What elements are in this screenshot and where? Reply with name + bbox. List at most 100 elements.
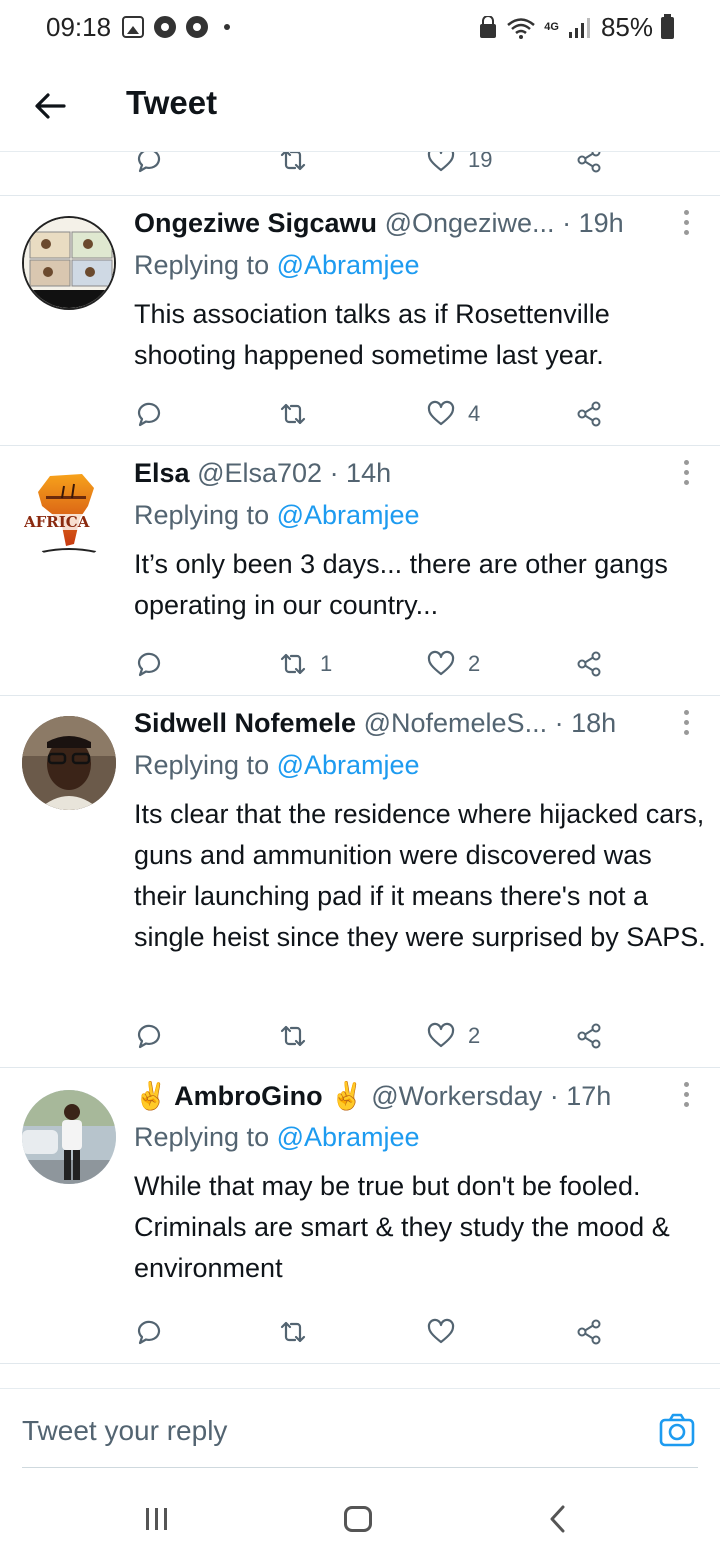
replying-prefix: Replying to	[134, 500, 270, 530]
share-icon	[577, 152, 601, 173]
like-button[interactable]	[426, 1312, 468, 1352]
tweet-header: Ongeziwe Sigcawu @Ongeziwe... · 19h	[134, 208, 674, 239]
replying-to: Replying to @Abramjee	[134, 750, 420, 781]
like-count: 4	[468, 401, 481, 426]
lock-recycle-icon	[480, 15, 497, 38]
display-name[interactable]: Elsa	[134, 458, 190, 488]
replies-feed[interactable]: 19 Ongeziwe Sigcawu @Ongeziwe... · 19h R…	[0, 152, 720, 1388]
more-icon[interactable]	[682, 1082, 690, 1112]
previous-tweet-actions: 19	[0, 152, 720, 196]
like-button[interactable]: 2	[426, 1016, 480, 1056]
action-row: 1 2	[134, 644, 614, 684]
retweet-button[interactable]: 1	[278, 644, 332, 684]
like-icon	[427, 152, 455, 172]
reply-icon	[137, 402, 161, 427]
home-icon[interactable]	[344, 1506, 372, 1532]
wifi-icon	[507, 17, 536, 39]
network-type: 4G	[544, 21, 559, 33]
share-button[interactable]	[574, 1016, 604, 1056]
handle[interactable]: @Ongeziwe...	[385, 208, 555, 238]
action-row: 2	[134, 1016, 614, 1056]
africa-sunset-avatar-image: AFRICA	[22, 466, 116, 560]
retweet-button[interactable]	[278, 1016, 320, 1056]
comic-avatar-image	[24, 218, 114, 308]
display-name[interactable]: Ongeziwe Sigcawu	[134, 208, 377, 238]
tweet-text: This association talks as if Rosettenvil…	[134, 299, 610, 370]
mention-link[interactable]: @Abramjee	[277, 1122, 420, 1152]
display-name[interactable]: ✌️ AmbroGino ✌️	[134, 1081, 364, 1111]
status-time: 09:18	[46, 12, 112, 42]
reply-input[interactable]	[22, 1415, 582, 1447]
more-icon[interactable]	[682, 710, 690, 740]
retweet-button[interactable]	[278, 1312, 320, 1352]
camera-icon[interactable]	[658, 1411, 696, 1449]
timestamp: · 18h	[554, 708, 617, 738]
like-button[interactable]: 4	[426, 394, 480, 434]
handle[interactable]: @Workersday	[371, 1081, 542, 1111]
avatar[interactable]	[22, 1090, 116, 1184]
replying-to: Replying to @Abramjee	[134, 1122, 420, 1153]
replying-prefix: Replying to	[134, 750, 270, 780]
recent-apps-icon[interactable]	[146, 1508, 167, 1530]
status-bar: 09:18 4G 85%	[0, 0, 720, 56]
reply-icon	[137, 1320, 161, 1345]
share-icon	[577, 651, 601, 677]
avatar[interactable]	[22, 716, 116, 810]
more-icon[interactable]	[682, 460, 690, 490]
tweet-text: Its clear that the residence where hijac…	[134, 799, 706, 952]
action-row: 4	[134, 394, 614, 434]
notification-icons	[122, 16, 230, 38]
mention-link[interactable]: @Abramjee	[277, 750, 420, 780]
replying-to: Replying to @Abramjee	[134, 250, 420, 281]
reply-button[interactable]	[134, 1312, 164, 1352]
back-arrow-icon[interactable]	[30, 86, 70, 126]
reply-icon	[137, 1024, 161, 1049]
mention-link[interactable]: @Abramjee	[277, 250, 420, 280]
action-row: 19	[134, 152, 614, 180]
status-right: 4G 85%	[478, 12, 674, 43]
tweet-text: While that may be true but don't be fool…	[134, 1171, 670, 1283]
chrome-notification-icon	[154, 16, 176, 38]
share-button[interactable]	[574, 644, 604, 684]
mention-link[interactable]: @Abramjee	[277, 500, 420, 530]
reply-button[interactable]	[134, 394, 164, 434]
display-name[interactable]: Sidwell Nofemele	[134, 708, 356, 738]
like-count: 19	[468, 152, 493, 172]
timestamp: · 14h	[329, 458, 392, 488]
avatar[interactable]	[22, 216, 116, 310]
share-button[interactable]	[574, 152, 604, 180]
reply-button[interactable]	[134, 644, 164, 684]
system-back-icon[interactable]	[548, 1504, 568, 1534]
reply-tweet[interactable]: Ongeziwe Sigcawu @Ongeziwe... · 19h Repl…	[0, 196, 720, 446]
tweet-header: ✌️ AmbroGino ✌️ @Workersday · 17h	[134, 1080, 674, 1112]
reply-button[interactable]	[134, 152, 164, 180]
retweet-button[interactable]	[278, 394, 320, 434]
more-notifications-dot-icon	[224, 24, 230, 30]
retweet-count: 1	[320, 651, 333, 676]
system-nav-bar	[0, 1468, 720, 1560]
reply-tweet[interactable]: AFRICA Elsa @Elsa702 · 14h Replying to @…	[0, 446, 720, 696]
signal-icon	[568, 17, 590, 38]
gallery-notification-icon	[122, 16, 144, 38]
tweet-header: Sidwell Nofemele @NofemeleS... · 18h	[134, 708, 674, 739]
reply-button[interactable]	[134, 1016, 164, 1056]
share-button[interactable]	[574, 394, 604, 434]
reply-icon	[137, 652, 161, 677]
timestamp: · 19h	[562, 208, 624, 238]
handle[interactable]: @NofemeleS...	[364, 708, 547, 738]
handle[interactable]: @Elsa702	[197, 458, 322, 488]
timestamp: · 17h	[549, 1081, 612, 1111]
retweet-icon	[280, 403, 306, 425]
avatar-text: AFRICA	[23, 513, 90, 531]
reply-tweet[interactable]: ✌️ AmbroGino ✌️ @Workersday · 17h Replyi…	[0, 1068, 720, 1364]
like-button[interactable]: 19	[426, 152, 492, 180]
avatar[interactable]: AFRICA	[22, 466, 116, 560]
like-button[interactable]: 2	[426, 644, 480, 684]
more-icon[interactable]	[682, 210, 690, 240]
retweet-button[interactable]	[278, 152, 308, 180]
share-icon	[577, 401, 601, 427]
share-button[interactable]	[574, 1312, 604, 1352]
reply-tweet[interactable]: Sidwell Nofemele @NofemeleS... · 18h Rep…	[0, 696, 720, 1068]
like-icon	[427, 650, 455, 676]
retweet-icon	[280, 1321, 306, 1343]
